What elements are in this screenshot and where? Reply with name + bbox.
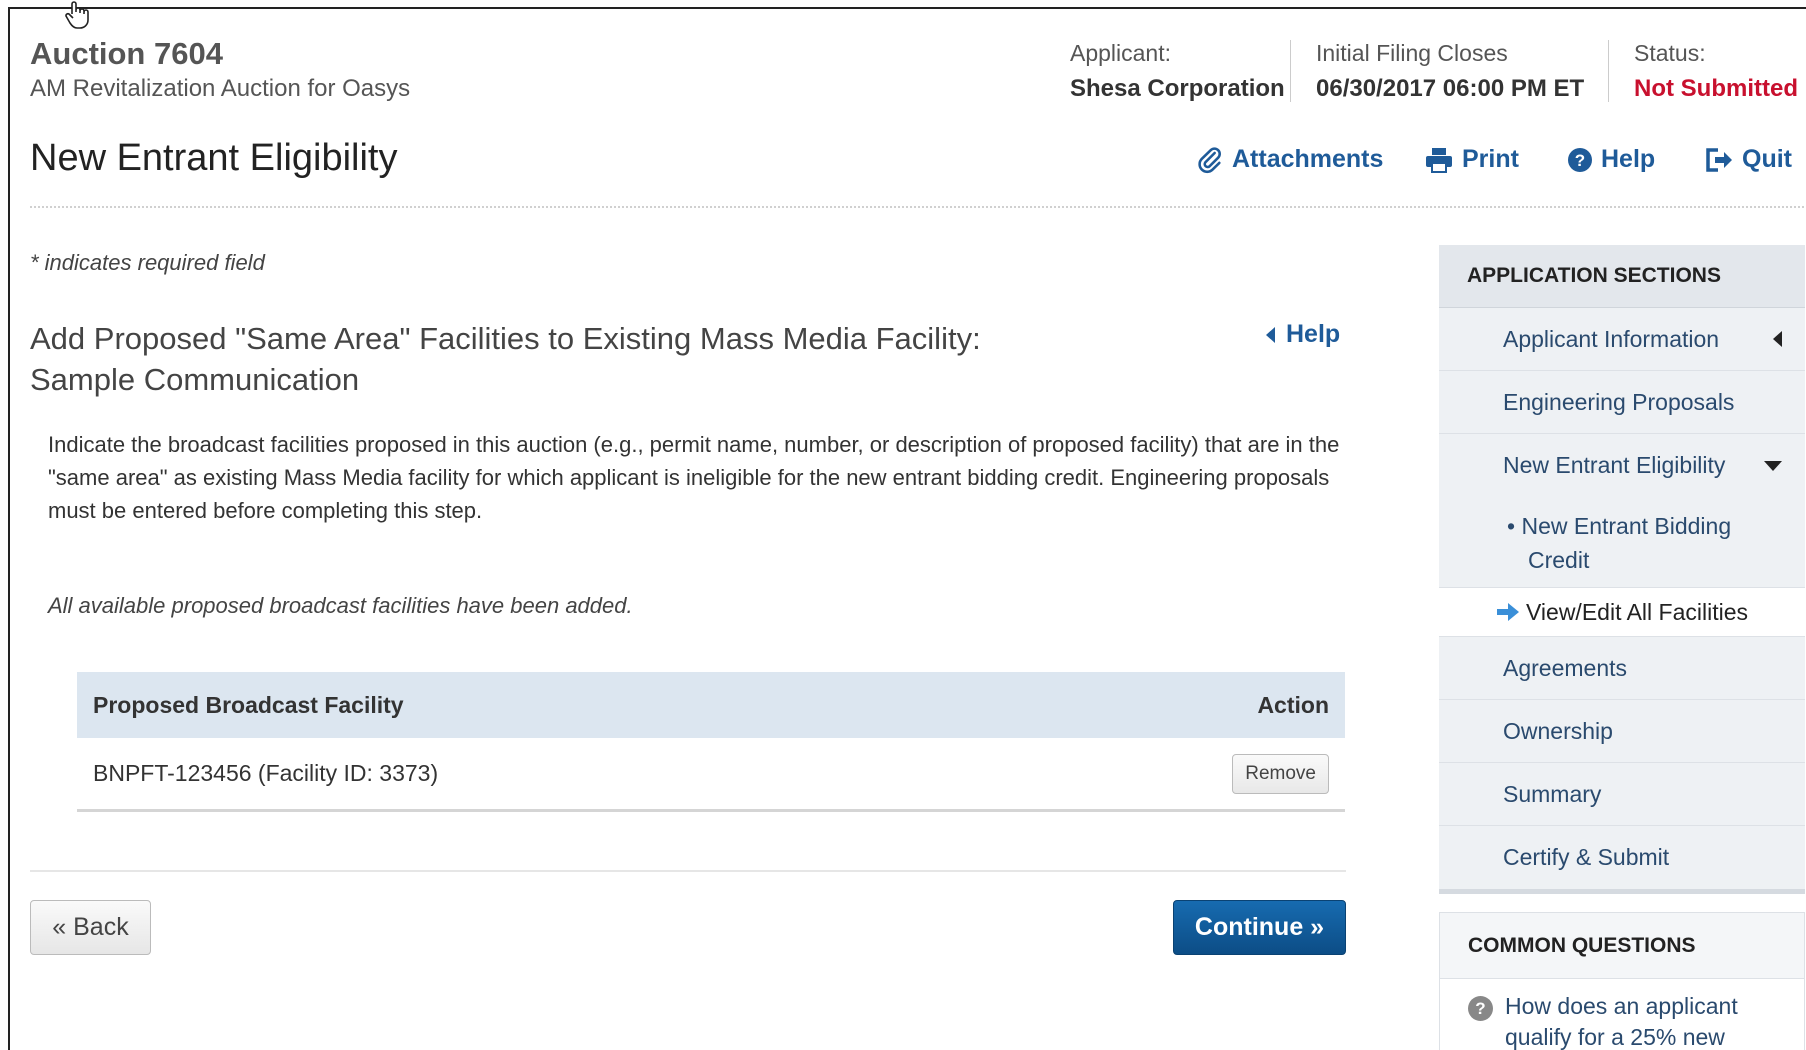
help-link[interactable]: ? Help [1567,145,1655,174]
sidebar-subitem-label-line2: Credit [1528,547,1590,573]
status-value: Not Submitted [1634,75,1798,102]
sidebar-item-label: Engineering Proposals [1503,388,1735,415]
arrow-right-icon [1497,603,1519,621]
sidebar-item-label: New Entrant Eligibility [1503,452,1726,478]
caret-left-icon [1266,326,1275,343]
faq-question-text: How does an applicant qualify for a 25% … [1505,991,1738,1050]
sign-out-icon [1706,147,1732,172]
filing-value: 06/30/2017 06:00 PM ET [1316,75,1585,102]
footer-separator [30,870,1346,872]
sidebar-item-ownership[interactable]: Ownership [1439,700,1805,763]
auction-title: Auction 7604 [30,36,223,71]
sidebar-item-label: Ownership [1503,717,1613,744]
common-questions-panel: COMMON QUESTIONS ? How does an applicant… [1439,912,1805,1050]
caret-left-icon [1773,331,1782,347]
bullet: • [1507,513,1516,539]
help-label: Help [1601,145,1656,173]
filing-label: Initial Filing Closes [1316,40,1508,66]
hand-cursor-icon [65,1,89,29]
svg-text:?: ? [1575,151,1585,170]
required-field-note: * indicates required field [30,250,265,275]
header-divider [1608,40,1609,102]
column-header-facility: Proposed Broadcast Facility [93,691,404,718]
available-facilities-note: All available proposed broadcast facilit… [48,593,633,618]
table-row: BNPFT-123456 (Facility ID: 3373) Remove [77,738,1345,812]
applicant-block: Applicant: Shesa Corporation [1070,40,1285,103]
filing-block: Initial Filing Closes 06/30/2017 06:00 P… [1316,40,1584,103]
sidebar-item-engineering-proposals[interactable]: Engineering Proposals [1439,371,1805,434]
sidebar-item-agreements[interactable]: Agreements [1439,637,1805,700]
sidebar-item-label: Summary [1503,780,1602,807]
question-icon: ? [1468,996,1493,1021]
sidebar-item-certify-submit[interactable]: Certify & Submit [1439,826,1805,889]
caret-down-icon [1764,460,1782,471]
application-sections-panel: APPLICATION SECTIONS Applicant Informati… [1439,245,1805,894]
print-label: Print [1462,145,1519,173]
facility-cell: BNPFT-123456 (Facility ID: 3373) [93,760,439,786]
auction-subtitle: AM Revitalization Auction for Oasys [30,75,411,102]
question-circle-icon: ? [1568,147,1592,172]
page-title: New Entrant Eligibility [30,137,398,179]
common-questions-heading: COMMON QUESTIONS [1440,913,1804,979]
header-divider [1290,40,1291,102]
sidebar-subitem-label-line1: New Entrant Bidding [1521,513,1732,539]
section-help-label: Help [1286,320,1341,348]
sidebar-item-label: Applicant Information [1503,325,1720,352]
sidebar-item-label: Agreements [1503,654,1628,681]
faq-question-link[interactable]: ? How does an applicant qualify for a 25… [1440,979,1804,1050]
table-header: Proposed Broadcast Facility Action [77,672,1345,738]
faq-question-line2: qualify for a 25% new [1505,1024,1725,1050]
sidebar-item-new-entrant-eligibility[interactable]: New Entrant Eligibility [1439,434,1805,497]
section-description: Indicate the broadcast facilities propos… [48,432,1340,523]
paperclip-icon [1198,146,1221,173]
sidebar-bottom-border [1439,889,1805,894]
facilities-table: Proposed Broadcast Facility Action BNPFT… [77,672,1345,812]
column-header-action: Action [1257,691,1329,718]
status-label: Status: [1634,40,1706,66]
print-link[interactable]: Print [1424,145,1519,174]
sidebar-subitem-new-entrant-bidding-credit[interactable]: • New Entrant Bidding Credit [1439,497,1805,587]
applicant-value: Shesa Corporation [1070,75,1285,102]
status-block: Status: Not Submitted [1634,40,1798,103]
quit-label: Quit [1742,145,1792,173]
header-separator [30,206,1804,208]
quit-link[interactable]: Quit [1704,145,1792,174]
continue-button[interactable]: Continue » [1173,900,1346,955]
remove-button[interactable]: Remove [1232,753,1329,794]
sidebar-item-applicant-information[interactable]: Applicant Information [1439,308,1805,371]
attachments-link[interactable]: Attachments [1196,145,1383,174]
applicant-label: Applicant: [1070,40,1172,66]
sidebar-item-summary[interactable]: Summary [1439,763,1805,826]
faq-question-line1: How does an applicant [1505,993,1738,1019]
current-item-label: View/Edit All Facilities [1526,598,1748,625]
sidebar-heading: APPLICATION SECTIONS [1439,245,1805,308]
sidebar-list: Applicant Information Engineering Propos… [1439,308,1805,889]
section-help-link[interactable]: Help [1264,320,1340,349]
sidebar-item-label: Certify & Submit [1503,844,1670,870]
section-title: Add Proposed "Same Area" Facilities to E… [30,321,981,397]
printer-icon [1426,147,1452,173]
sidebar-subitem-view-edit-all-facilities[interactable]: View/Edit All Facilities [1439,587,1805,637]
attachments-label: Attachments [1232,145,1384,173]
back-button[interactable]: « Back [30,900,151,955]
